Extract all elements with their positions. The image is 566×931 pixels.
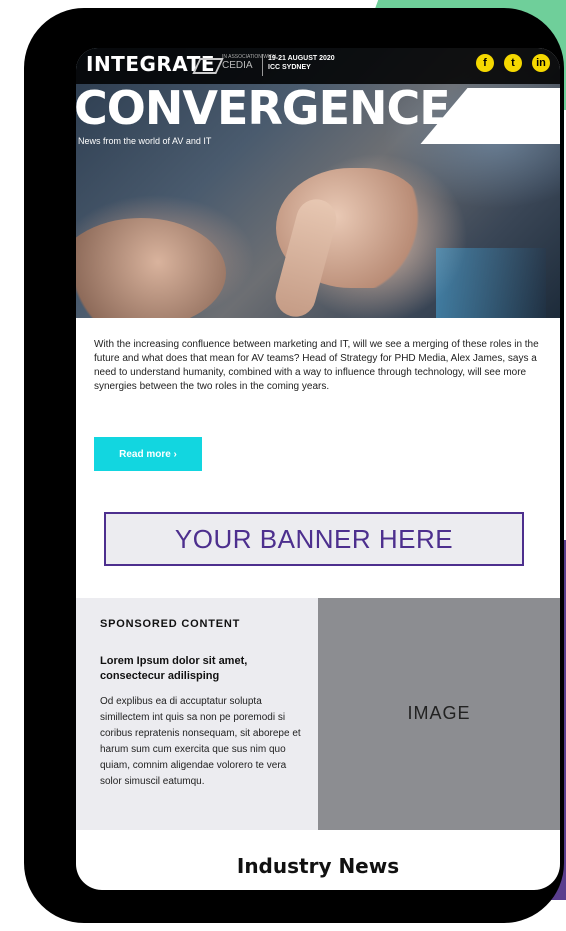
image-placeholder-label: IMAGE bbox=[407, 703, 471, 723]
twitter-icon[interactable]: t bbox=[504, 54, 522, 72]
event-venue: ICC SYDNEY bbox=[268, 64, 311, 71]
hero-image: INTEGRATE IN ASSOCIATION WITH CEDIA 19-2… bbox=[76, 48, 560, 318]
intro-paragraph: With the increasing confluence between m… bbox=[94, 339, 539, 392]
sponsored-heading: SPONSORED CONTENT bbox=[100, 618, 241, 630]
facebook-icon[interactable]: f bbox=[476, 54, 494, 72]
sponsored-title[interactable]: Lorem Ipsum dolor sit amet, consectecur … bbox=[100, 654, 300, 684]
linkedin-icon[interactable]: in bbox=[532, 54, 550, 72]
header-bar: INTEGRATE IN ASSOCIATION WITH CEDIA 19-2… bbox=[76, 48, 560, 84]
event-date: 19-21 AUGUST 2020 bbox=[268, 55, 335, 62]
read-more-button[interactable]: Read more › bbox=[94, 437, 202, 471]
sponsored-content-panel: SPONSORED CONTENT Lorem Ipsum dolor sit … bbox=[76, 598, 318, 830]
hero-title: CONVERGENCE bbox=[76, 81, 451, 135]
sponsored-body: Od explibus ea di accuptatur solupta sim… bbox=[100, 696, 301, 787]
screen-glow bbox=[436, 248, 546, 318]
hero-subtitle: News from the world of AV and IT bbox=[78, 136, 212, 146]
partner-logo: CEDIA bbox=[222, 60, 253, 71]
phone-frame: INTEGRATE IN ASSOCIATION WITH CEDIA 19-2… bbox=[24, 8, 564, 923]
hand-shape bbox=[76, 218, 226, 318]
header-divider bbox=[262, 54, 263, 76]
image-placeholder[interactable]: IMAGE bbox=[318, 598, 560, 830]
banner-placeholder[interactable]: YOUR BANNER HERE bbox=[104, 512, 524, 566]
industry-news-heading: Industry News bbox=[236, 854, 400, 878]
email-screen[interactable]: INTEGRATE IN ASSOCIATION WITH CEDIA 19-2… bbox=[76, 48, 560, 890]
